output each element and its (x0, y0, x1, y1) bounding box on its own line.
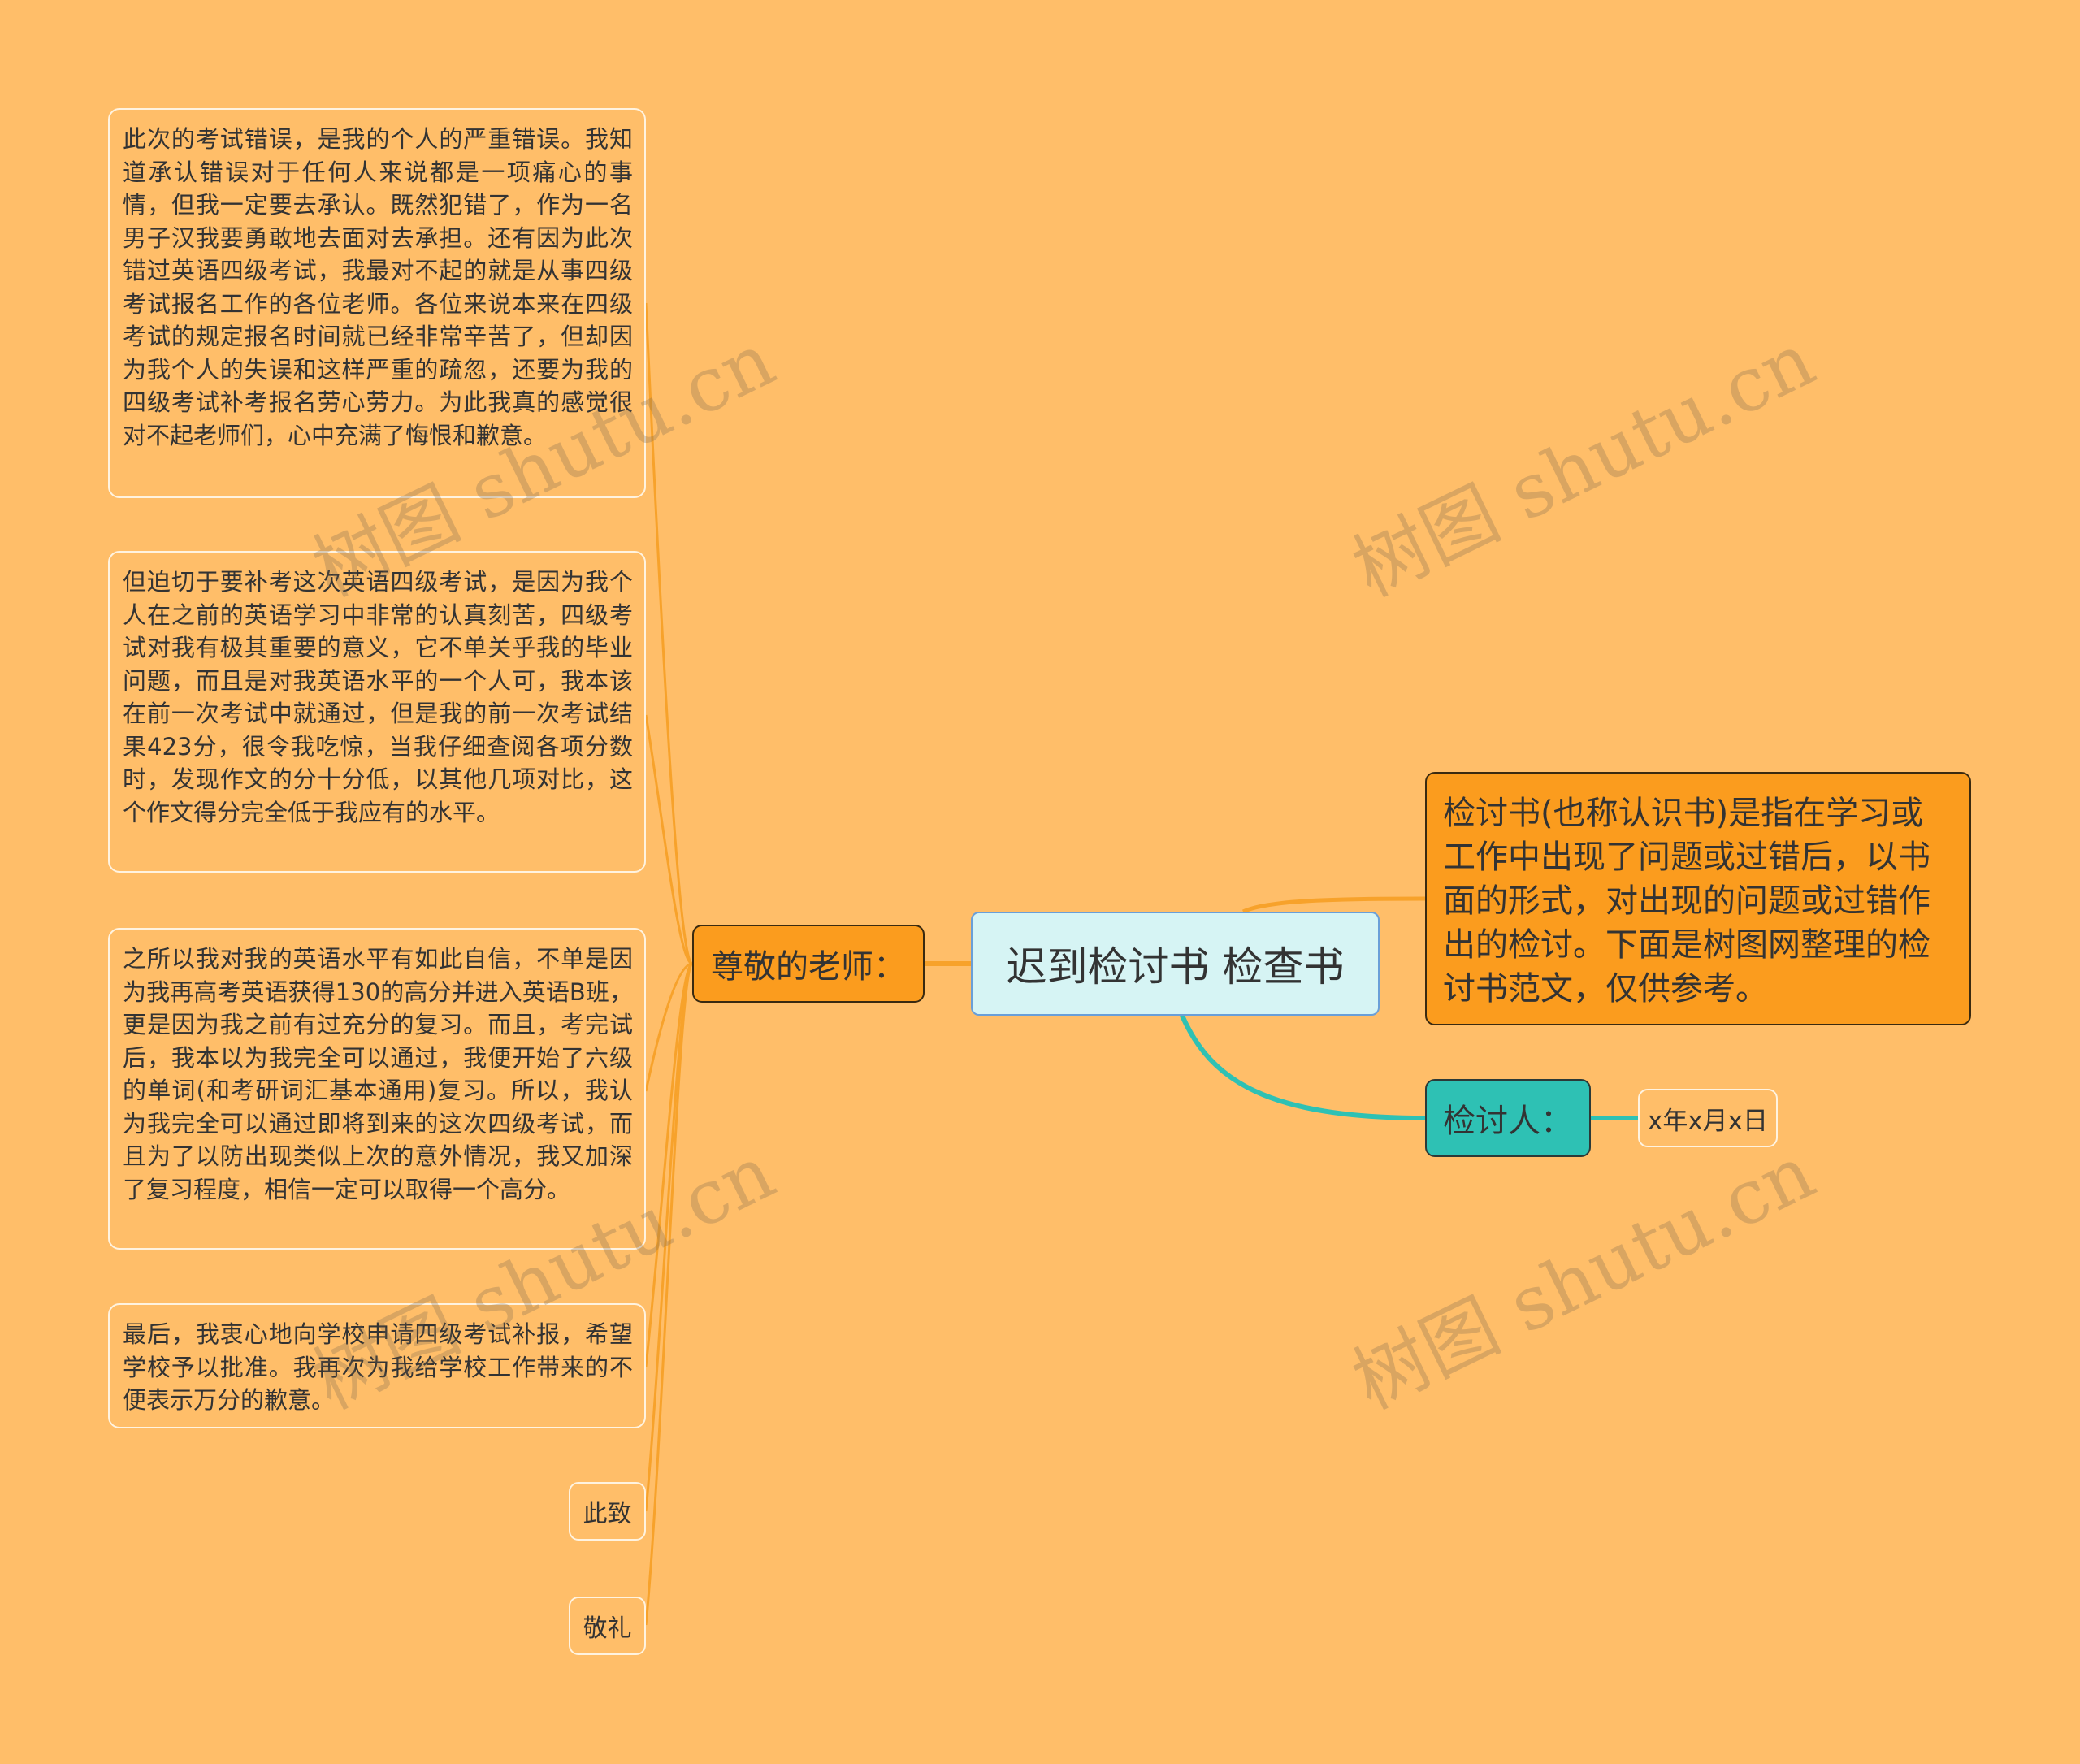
leaf-paragraph-2[interactable]: 但迫切于要补考这次英语四级考试，是因为我个人在之前的英语学习中非常的认真刻苦，四… (108, 551, 646, 873)
link-root-to-checker (1180, 1014, 1426, 1120)
leaf-closing-cizhi[interactable]: 此致 (569, 1482, 646, 1541)
branch-dear-teacher[interactable]: 尊敬的老师： (692, 925, 925, 1003)
link-root-to-desc (1242, 896, 1426, 914)
link-teacher-to-leaf-4 (644, 962, 694, 1367)
mindmap-canvas: 此次的考试错误，是我的个人的严重错误。我知道承认错误对于任何人来说都是一项痛心的… (0, 0, 2080, 1764)
leaf-paragraph-3[interactable]: 之所以我对我的英语水平有如此自信，不单是因为我再高考英语获得130的高分并进入英… (108, 928, 646, 1250)
leaf-paragraph-1[interactable]: 此次的考试错误，是我的个人的严重错误。我知道承认错误对于任何人来说都是一项痛心的… (108, 108, 646, 498)
branch-checker[interactable]: 检讨人： (1425, 1079, 1591, 1157)
leaf-paragraph-4[interactable]: 最后，我衷心地向学校申请四级考试补报，希望学校予以批准。我再次为我给学校工作带来… (108, 1303, 646, 1428)
root-topic[interactable]: 迟到检讨书 检查书 (971, 912, 1380, 1016)
branch-description[interactable]: 检讨书(也称认识书)是指在学习或工作中出现了问题或过错后，以书面的形式，对出现的… (1425, 772, 1971, 1025)
leaf-date[interactable]: x年x月x日 (1638, 1089, 1778, 1147)
leaf-closing-jingli[interactable]: 敬礼 (569, 1597, 646, 1655)
